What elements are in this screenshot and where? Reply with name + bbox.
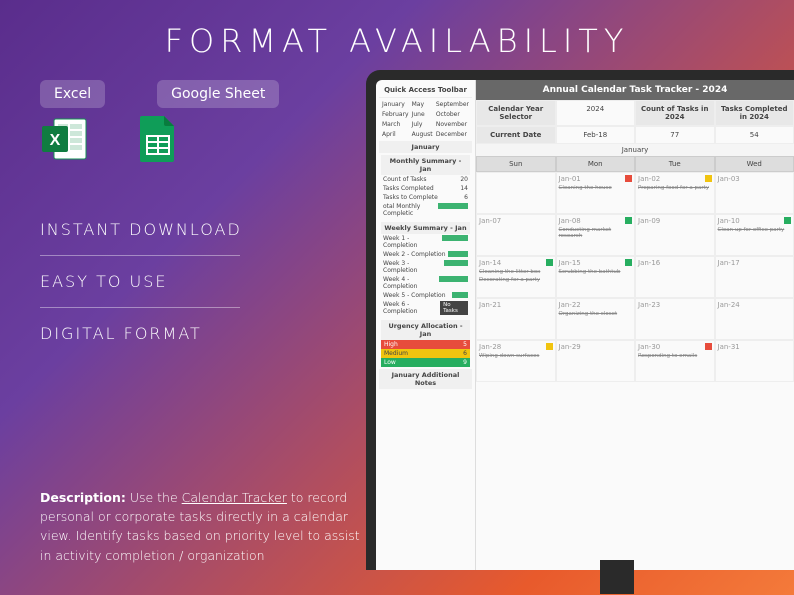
month-link[interactable]: January	[381, 100, 410, 109]
monthly-summary: Monthly Summary - Jan Count of Tasks20Ta…	[379, 153, 472, 220]
calendar-cell[interactable]	[476, 172, 556, 214]
current-date-label: Current Date	[476, 126, 556, 144]
notes-header: January Additional Notes	[379, 369, 472, 389]
month-link[interactable]: December	[435, 130, 470, 139]
month-link[interactable]: March	[381, 120, 410, 129]
month-header: January	[379, 141, 472, 153]
svg-text:X: X	[50, 132, 61, 149]
month-link[interactable]: June	[411, 110, 434, 119]
calendar-cell[interactable]: Jan-02Preparing food for a party	[635, 172, 715, 214]
months-grid[interactable]: JanuaryMaySeptember FebruaryJuneOctober Ma…	[379, 98, 472, 141]
month-link[interactable]: May	[411, 100, 434, 109]
left-column: Excel Google Sheet X INSTANT DOWNLOAD EA…	[40, 80, 320, 359]
month-link[interactable]: February	[381, 110, 410, 119]
calendar-cell[interactable]: Jan-15Scrubbing the bathtub	[556, 256, 636, 298]
excel-badge: Excel	[40, 80, 105, 108]
screen: Quick Access Toolbar JanuaryMaySeptember…	[376, 80, 794, 570]
monitor-frame: Quick Access Toolbar JanuaryMaySeptember…	[366, 70, 794, 570]
count-label: Count of Tasks in 2024	[635, 100, 715, 126]
month-link[interactable]: August	[411, 130, 434, 139]
year-selector-label: Calendar Year Selector	[476, 100, 556, 126]
current-date-value: Feb-18	[556, 126, 636, 144]
feature-easy: EASY TO USE	[40, 256, 320, 307]
description: Description: Use the Calendar Tracker to…	[40, 488, 370, 566]
calendar-cell[interactable]: Jan-03	[715, 172, 794, 214]
calendar-cell[interactable]: Jan-23	[635, 298, 715, 340]
calendar-cell[interactable]: Jan-08Conducting market research	[556, 214, 636, 256]
urgency-allocation: Urgency Allocation - Jan High5 Medium6 L…	[379, 318, 472, 369]
month-link[interactable]: April	[381, 130, 410, 139]
month-link[interactable]: November	[435, 120, 470, 129]
feature-digital: DIGITAL FORMAT	[40, 308, 320, 359]
calendar-cell[interactable]: Jan-16	[635, 256, 715, 298]
calendar-cell[interactable]: Jan-01Cleaning the house	[556, 172, 636, 214]
google-sheets-icon	[138, 114, 178, 164]
page-title: FORMAT AVAILABILITY	[0, 0, 794, 78]
calendar-cell[interactable]: Jan-30Responding to emails	[635, 340, 715, 382]
calendar-cell[interactable]: Jan-31	[715, 340, 794, 382]
calendar-cell[interactable]: Jan-10Clean up for office party	[715, 214, 794, 256]
calendar-cell[interactable]: Jan-14Cleaning the litter boxDecorating …	[476, 256, 556, 298]
count-value: 77	[635, 126, 715, 144]
month-link[interactable]: October	[435, 110, 470, 119]
monitor-stand	[600, 560, 634, 594]
tracker-title: Annual Calendar Task Tracker - 2024	[476, 80, 794, 100]
calendar-cell[interactable]: Jan-28Wiping down surfaces	[476, 340, 556, 382]
completed-value: 54	[715, 126, 794, 144]
month-link[interactable]: September	[435, 100, 470, 109]
quick-access-header: Quick Access Toolbar	[379, 83, 472, 98]
feature-instant: INSTANT DOWNLOAD	[40, 204, 320, 255]
calendar-cell[interactable]: Jan-21	[476, 298, 556, 340]
completed-label: Tasks Completed in 2024	[715, 100, 794, 126]
google-sheet-badge: Google Sheet	[157, 80, 279, 108]
spreadsheet-sidebar: Quick Access Toolbar JanuaryMaySeptember…	[376, 80, 476, 570]
year-value[interactable]: 2024	[556, 100, 636, 126]
calendar-cell[interactable]: Jan-22Organizing the closet	[556, 298, 636, 340]
excel-icon: X	[40, 114, 90, 164]
calendar-cell[interactable]: Jan-24	[715, 298, 794, 340]
month-link[interactable]: July	[411, 120, 434, 129]
calendar-cell[interactable]: Jan-29	[556, 340, 636, 382]
calendar-cell[interactable]: Jan-09	[635, 214, 715, 256]
calendar-grid[interactable]: JanuarySunMonTueWedJan-01Cleaning the ho…	[476, 144, 794, 382]
calendar-cell[interactable]: Jan-17	[715, 256, 794, 298]
calendar-cell[interactable]: Jan-07	[476, 214, 556, 256]
spreadsheet-main: Annual Calendar Task Tracker - 2024 Cale…	[476, 80, 794, 570]
weekly-summary: Weekly Summary - Jan Week 1 - Completion…	[379, 220, 472, 318]
